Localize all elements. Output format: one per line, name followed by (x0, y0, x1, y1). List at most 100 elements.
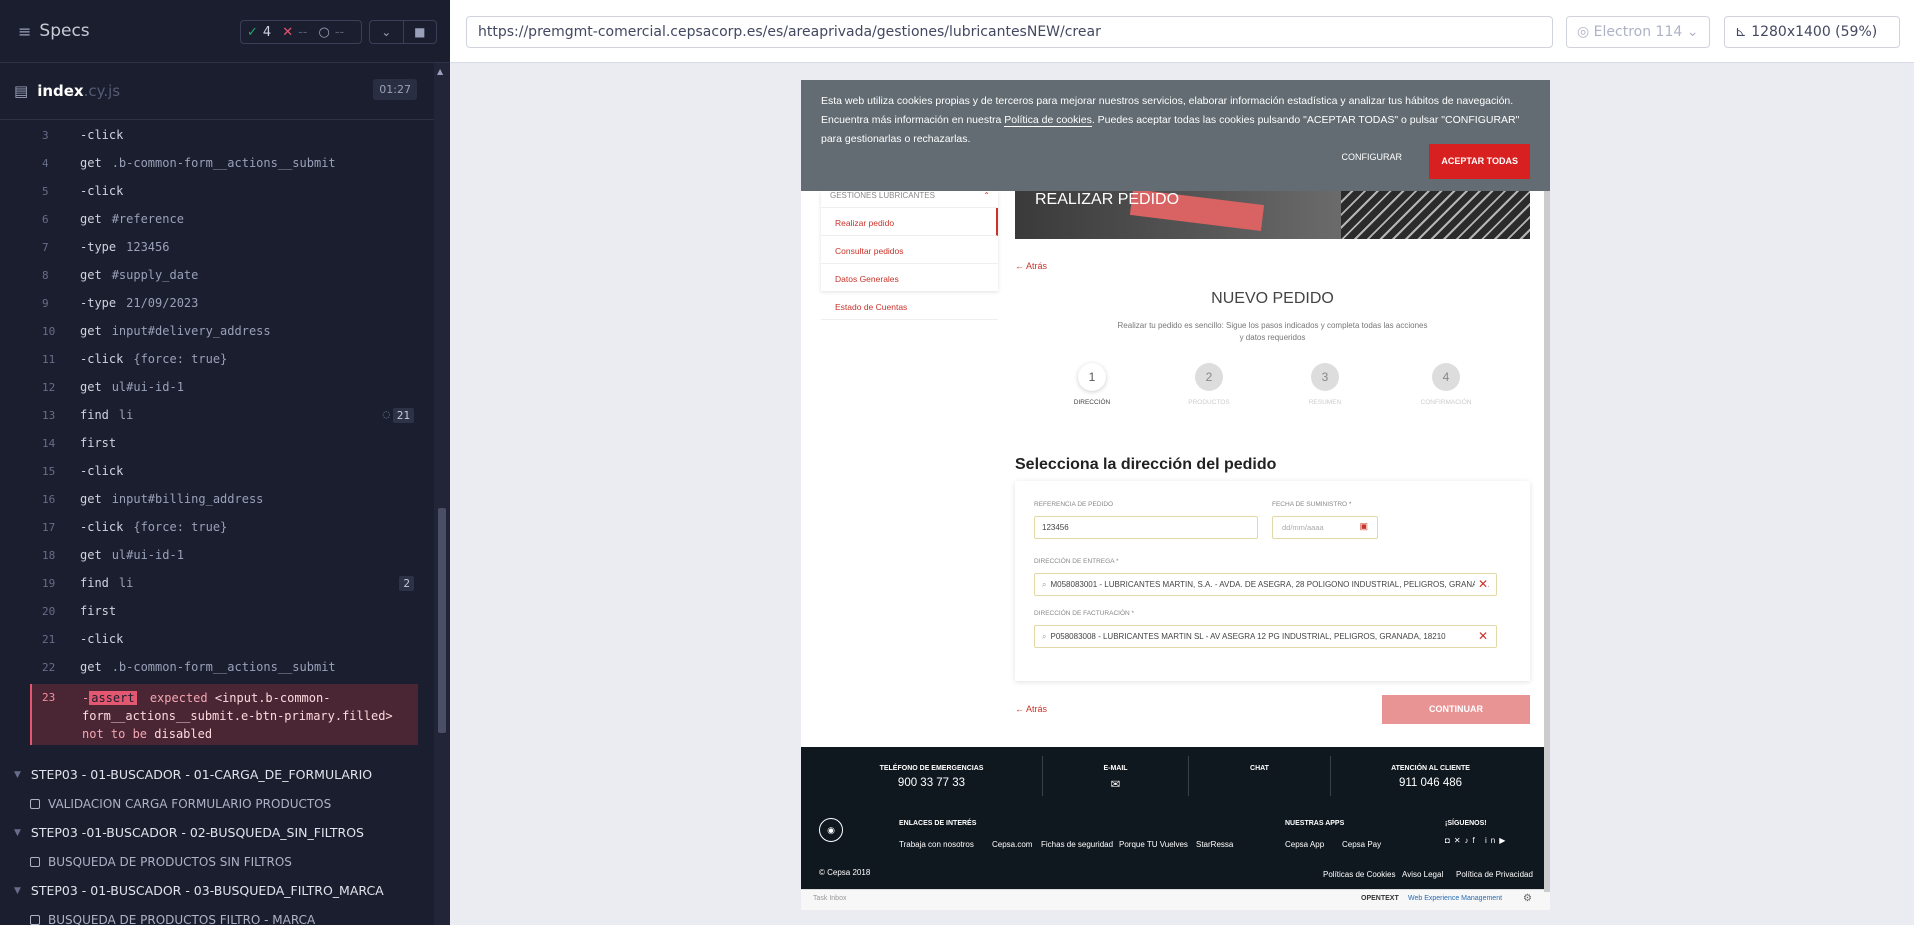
suite-row[interactable]: ▼ STEP03 - 01-BUSCADOR - 03-BUSQUEDA_FILT… (0, 876, 430, 905)
wem-link[interactable]: Web Experience Management (1408, 895, 1502, 902)
command-row[interactable]: 3 -click (30, 121, 418, 149)
failed-count: -- (298, 24, 308, 40)
command-row[interactable]: 21 -click (30, 625, 418, 653)
cepsa-logo-icon[interactable]: ◉ (819, 818, 843, 842)
test-row[interactable]: BUSQUEDA DE PRODUCTOS FILTRO - MARCA (0, 905, 430, 925)
specs-list-icon[interactable]: ≡ (18, 22, 31, 41)
cookie-banner: Esta web utiliza cookies propias y de te… (801, 80, 1550, 191)
footer-link-trabaja[interactable]: Trabaja con nosotros (899, 840, 974, 849)
footer-link-cepsa[interactable]: Cepsa.com (992, 840, 1032, 849)
command-name: get (80, 548, 102, 562)
command-row[interactable]: 4 get .b-common-form__actions__submit (30, 149, 418, 177)
command-number: 12 (42, 380, 56, 394)
command-row[interactable]: 22 get .b-common-form__actions__submit (30, 653, 418, 681)
command-row[interactable]: 20 first (30, 597, 418, 625)
footer-chat[interactable]: CHAT (1189, 756, 1331, 796)
command-number: 20 (42, 604, 56, 618)
footer-link-starressa[interactable]: StarRessa (1196, 840, 1233, 849)
command-row[interactable]: 18 get ul#ui-id-1 (30, 541, 418, 569)
command-number: 22 (42, 660, 56, 674)
command-row[interactable]: 9 -type 21/09/2023 (30, 289, 418, 317)
sidebar-item-estado-cuentas[interactable]: Estado de Cuentas (821, 292, 998, 320)
footer-link-fichas[interactable]: Fichas de seguridad (1041, 840, 1113, 849)
url-field[interactable]: https://premgmt-comercial.cepsacorp.es/e… (466, 16, 1553, 48)
test-row[interactable]: BUSQUEDA DE PRODUCTOS SIN FILTROS (0, 847, 430, 876)
test-list: ▼ STEP03 - 01-BUSCADOR - 01-CARGA_DE_FORM… (0, 760, 430, 925)
back-link-bottom[interactable]: ← Atrás (1015, 704, 1047, 714)
command-row[interactable]: 7 -type 123456 (30, 233, 418, 261)
footer-app-cepsa[interactable]: Cepsa App (1285, 840, 1324, 849)
sidebar-item-datos-generales[interactable]: Datos Generales (821, 264, 998, 292)
back-link-top[interactable]: ← Atrás (1015, 261, 1047, 271)
spec-file-header[interactable]: ▤ index .cy.js 01:27 (0, 63, 450, 120)
command-name: -click (80, 632, 124, 646)
command-log-scrollbar[interactable]: ▲ (434, 63, 450, 925)
spec-file-name: index (37, 82, 84, 100)
footer-link-aviso[interactable]: Aviso Legal (1402, 870, 1443, 879)
suite-row[interactable]: ▼ STEP03 -01-BUSCADOR - 02-BUSQUEDA_SIN_F… (0, 818, 430, 847)
aut-scrollbar[interactable] (1544, 122, 1550, 892)
supply-date-input[interactable]: dd/mm/aaaa ▣ (1272, 516, 1378, 539)
viewport-info[interactable]: ⊾ 1280x1400 (59%) (1724, 16, 1900, 48)
footer-link-privacidad[interactable]: Política de Privacidad (1456, 870, 1533, 879)
command-name: get (80, 660, 102, 674)
hero-keyboard-image (1341, 191, 1530, 239)
chevron-down-icon[interactable]: ⌄ (370, 21, 404, 43)
calendar-icon[interactable]: ▣ (1359, 521, 1368, 532)
billing-address-input[interactable]: ⌕ P058083008 - LUBRICANTES MARTIN SL - AV… (1034, 625, 1497, 648)
footer-interest-title: ENLACES DE INTERÉS (899, 820, 977, 827)
assert-expected: expected (149, 691, 208, 705)
reference-input[interactable]: 123456 (1034, 516, 1258, 539)
command-row[interactable]: 11 -click {force: true} (30, 345, 418, 373)
command-number: 18 (42, 548, 56, 562)
footer-link-cookies[interactable]: Políticas de Cookies (1323, 870, 1395, 879)
footer-copyright: © Cepsa 2018 (819, 868, 871, 877)
command-row[interactable]: 13 find li 21 ◌ (30, 401, 418, 429)
command-name: -type (80, 240, 117, 254)
task-inbox-link[interactable]: Task Inbox (813, 895, 846, 902)
gear-icon[interactable]: ⚙ (1523, 893, 1532, 904)
command-row[interactable]: 12 get ul#ui-id-1 (30, 373, 418, 401)
command-row[interactable]: 10 get input#delivery_address (30, 317, 418, 345)
command-row[interactable]: 16 get input#billing_address (30, 485, 418, 513)
footer-customer-service: ATENCIÓN AL CLIENTE 911 046 486 (1331, 756, 1530, 796)
stop-icon[interactable]: ■ (404, 21, 437, 43)
suite-row[interactable]: ▼ STEP03 - 01-BUSCADOR - 01-CARGA_DE_FORM… (0, 760, 430, 789)
clear-billing-icon[interactable]: ✕ (1478, 629, 1488, 643)
delivery-address-input[interactable]: ⌕ M058083001 - LUBRICANTES MARTIN, S.A. -… (1034, 573, 1497, 596)
footer-link-porque[interactable]: Porque TU Vuelves (1119, 840, 1188, 849)
command-row[interactable]: 19 find li 2 (30, 569, 418, 597)
test-row[interactable]: VALIDACION CARGA FORMULARIO PRODUCTOS (0, 789, 430, 818)
mail-icon[interactable]: ✉ (1043, 777, 1188, 791)
continue-button[interactable]: CONTINUAR (1382, 695, 1530, 724)
footer-contact-value[interactable]: 900 33 77 33 (821, 777, 1042, 789)
command-row[interactable]: 8 get #supply_date (30, 261, 418, 289)
clear-delivery-icon[interactable]: ✕ (1474, 577, 1488, 591)
scrollbar-thumb[interactable] (438, 508, 446, 733)
scroll-up-icon[interactable]: ▲ (437, 67, 443, 76)
specs-title[interactable]: Specs (39, 21, 89, 41)
accept-all-cookies-button[interactable]: ACEPTAR TODAS (1429, 144, 1530, 179)
sidebar-header[interactable]: GESTIONES LUBRICANTES ⌃ (821, 191, 998, 208)
sidebar-item-realizar-pedido[interactable]: Realizar pedido (821, 208, 998, 236)
command-row[interactable]: 17 -click {force: true} (30, 513, 418, 541)
command-name: get (80, 268, 102, 282)
command-row[interactable]: 6 get #reference (30, 205, 418, 233)
failed-assert-command[interactable]: 23 - assert expected <input.b-common-form… (30, 684, 418, 745)
sidebar-item-consultar-pedidos[interactable]: Consultar pedidos (821, 236, 998, 264)
address-form: REFERENCIA DE PEDIDO 123456 FECHA DE SUM… (1015, 481, 1530, 681)
footer-contact-title: CHAT (1250, 765, 1269, 772)
command-log-panel: ≡ Specs ✓ 4 ✕ -- ○ -- ⌄ ■ ▤ index .cy.js 01:… (0, 0, 450, 925)
cookie-policy-link[interactable]: Política de cookies (1004, 114, 1092, 127)
search-icon: ⌕ (1042, 632, 1047, 641)
footer-contact-value[interactable]: 911 046 486 (1331, 777, 1530, 789)
command-row[interactable]: 14 first (30, 429, 418, 457)
command-name: -click (80, 464, 124, 478)
social-icons[interactable]: ◘✕♪f in▶ (1445, 836, 1509, 845)
test-status-icon (30, 798, 40, 809)
browser-selector[interactable]: ◎ Electron 114 ⌄ (1566, 16, 1710, 48)
command-row[interactable]: 15 -click (30, 457, 418, 485)
footer-app-cepsapay[interactable]: Cepsa Pay (1342, 840, 1381, 849)
configure-cookies-button[interactable]: CONFIGURAR (1342, 148, 1403, 167)
command-row[interactable]: 5 -click (30, 177, 418, 205)
